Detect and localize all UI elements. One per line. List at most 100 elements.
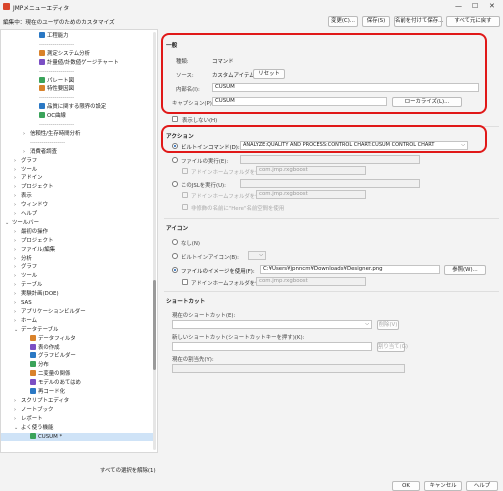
icon-home-folder-checkbox[interactable] xyxy=(182,279,188,285)
tree-item[interactable]: グラフビルダー xyxy=(1,352,153,360)
tree-item[interactable]: › プロジェクト xyxy=(1,183,153,191)
tree-item[interactable]: 品質に関する限界の設定 xyxy=(1,103,153,111)
tree-item[interactable]: › グラフ xyxy=(1,157,153,165)
chevron-right-icon[interactable]: › xyxy=(14,299,21,307)
chevron-right-icon[interactable]: › xyxy=(14,210,21,218)
run-file-radio[interactable] xyxy=(172,157,178,163)
chevron-right-icon[interactable]: › xyxy=(14,406,21,414)
run-file-home-folder-input[interactable]: com.jmp.rxgboost xyxy=(256,166,366,175)
deselect-all-button[interactable]: すべての選択を解除(1) xyxy=(100,466,156,474)
tree-item[interactable]: ⌄ よく使う機能 xyxy=(1,424,153,432)
chevron-right-icon[interactable]: › xyxy=(14,192,21,200)
cancel-button[interactable]: キャンセル xyxy=(424,481,462,491)
tree-scrollbar[interactable] xyxy=(153,32,156,450)
here-namespace-checkbox[interactable] xyxy=(182,204,188,210)
tree-item[interactable]: ⌄ データテーブル xyxy=(1,326,153,334)
tree-item[interactable]: › レポート xyxy=(1,415,153,423)
file-image-radio[interactable] xyxy=(172,267,178,273)
icon-none-radio[interactable] xyxy=(172,239,178,245)
chevron-right-icon[interactable]: › xyxy=(14,174,21,182)
run-file-home-folder-checkbox[interactable] xyxy=(182,168,188,174)
new-shortcut-input[interactable] xyxy=(172,342,372,351)
builtin-command-radio[interactable] xyxy=(172,143,178,149)
tree-item[interactable]: › ノートブック xyxy=(1,406,153,414)
builtin-icon-dropdown[interactable]: ⌵ xyxy=(248,251,266,260)
tree-item[interactable]: ------------------ xyxy=(1,41,153,49)
tree-item[interactable]: 工程能力 xyxy=(1,32,153,40)
assign-shortcut-button[interactable]: 割り当て(G) xyxy=(377,342,408,352)
tree-item[interactable]: › スクリプトエディタ xyxy=(1,397,153,405)
tree-item[interactable]: 分布 xyxy=(1,361,153,369)
current-shortcut-dropdown[interactable]: ⌵ xyxy=(172,320,372,329)
chevron-right-icon[interactable]: › xyxy=(14,237,21,245)
chevron-right-icon[interactable]: › xyxy=(14,290,21,298)
tree-item[interactable]: ------------------ xyxy=(1,139,153,147)
tree-item[interactable]: › グラフ xyxy=(1,263,153,271)
chevron-right-icon[interactable]: › xyxy=(14,157,21,165)
chevron-right-icon[interactable]: › xyxy=(14,281,21,289)
tree-item[interactable]: › SAS xyxy=(1,299,153,307)
delete-shortcut-button[interactable]: 削除(V) xyxy=(377,320,399,330)
tree-item[interactable]: › テーブル xyxy=(1,281,153,289)
file-image-input[interactable]: C:¥Users¥jpnncm¥Downloads¥Designer.png xyxy=(260,265,440,274)
tree-item[interactable]: CUSUM * xyxy=(1,432,153,441)
tree-item[interactable]: 特性要因図 xyxy=(1,85,153,93)
tree-item[interactable]: OC曲線 xyxy=(1,112,153,120)
chevron-right-icon[interactable]: › xyxy=(14,228,21,236)
chevron-right-icon[interactable]: › xyxy=(14,183,21,191)
tree-item[interactable]: ------------------ xyxy=(1,68,153,76)
tree-item[interactable]: 計量値/計数値ゲージチャート xyxy=(1,58,153,67)
tree-item[interactable]: ⌄ ツールバー xyxy=(1,219,153,227)
tree-item[interactable]: › ヘルプ xyxy=(1,210,153,218)
chevron-right-icon[interactable]: › xyxy=(14,255,21,263)
tree-item[interactable]: › 分析 xyxy=(1,255,153,263)
tree-item[interactable]: › 最初の操作 xyxy=(1,228,153,236)
builtin-command-dropdown[interactable]: ANALYZE:QUALITY AND PROCESS:CONTROL CHAR… xyxy=(240,141,468,150)
tree-item[interactable]: ------------------ xyxy=(1,121,153,129)
tree-item[interactable]: › 表示 xyxy=(1,192,153,200)
chevron-down-icon[interactable]: ⌄ xyxy=(14,424,21,432)
tree-item[interactable]: › ファイル/編集 xyxy=(1,246,153,254)
run-jsl-input[interactable] xyxy=(240,179,420,188)
save-as-button[interactable]: 名前を付けて保存... xyxy=(394,16,443,27)
chevron-right-icon[interactable]: › xyxy=(14,308,21,316)
run-jsl-home-folder-checkbox[interactable] xyxy=(182,192,188,198)
chevron-right-icon[interactable]: › xyxy=(14,317,21,325)
tree-item[interactable]: › 信頼性/生存時間分析 xyxy=(1,130,153,138)
tree-item[interactable]: パレート図 xyxy=(1,76,153,85)
revert-all-button[interactable]: すべて元に戻す xyxy=(446,16,500,27)
tree-item[interactable]: › 実験計画(DOE) xyxy=(1,290,153,298)
chevron-right-icon[interactable]: › xyxy=(14,201,21,209)
caption-input[interactable]: CUSUM xyxy=(212,97,387,106)
chevron-right-icon[interactable]: › xyxy=(14,415,21,423)
tree-item[interactable]: › プロジェクト xyxy=(1,237,153,245)
change-button[interactable]: 変更(C)... xyxy=(328,16,358,27)
tree-item[interactable]: 二変量の関係 xyxy=(1,370,153,378)
tree-item[interactable]: データフィルタ xyxy=(1,334,153,343)
save-button[interactable]: 保存(S) xyxy=(362,16,390,27)
tree-item[interactable]: › アプリケーションビルダー xyxy=(1,308,153,316)
tree-item[interactable]: › ツール xyxy=(1,166,153,174)
tree-item[interactable]: 再コード化 xyxy=(1,388,153,396)
run-jsl-home-folder-input[interactable]: com.jmp.rxgboost xyxy=(256,190,366,199)
run-jsl-radio[interactable] xyxy=(172,181,178,187)
tree-item[interactable]: › ホーム xyxy=(1,317,153,325)
run-file-input[interactable] xyxy=(240,155,420,164)
tree-scroll-thumb[interactable] xyxy=(153,280,156,370)
internal-name-input[interactable]: CUSUM xyxy=(212,83,479,92)
ok-button[interactable]: OK xyxy=(392,481,420,491)
tree-item[interactable]: モデルのあてはめ xyxy=(1,379,153,387)
chevron-right-icon[interactable]: › xyxy=(14,397,21,405)
close-icon[interactable]: ✕ xyxy=(489,2,495,10)
chevron-right-icon[interactable]: › xyxy=(14,272,21,280)
tree-item[interactable]: ------------------ xyxy=(1,94,153,102)
hide-checkbox[interactable] xyxy=(172,116,178,122)
chevron-right-icon[interactable]: › xyxy=(14,246,21,254)
menu-tree[interactable]: 工程能力 ------------------ 測定システム分析 計量値/計数値ゲージ… xyxy=(0,29,158,453)
help-button[interactable]: ヘルプ xyxy=(466,481,498,491)
tree-item[interactable]: › アドイン xyxy=(1,174,153,182)
localize-button[interactable]: ローカライズ(L)... xyxy=(392,97,462,107)
maximize-icon[interactable]: ☐ xyxy=(472,2,478,10)
icon-home-folder-input[interactable]: com.jmp.rxgboost xyxy=(256,277,366,286)
chevron-right-icon[interactable]: › xyxy=(23,148,30,156)
